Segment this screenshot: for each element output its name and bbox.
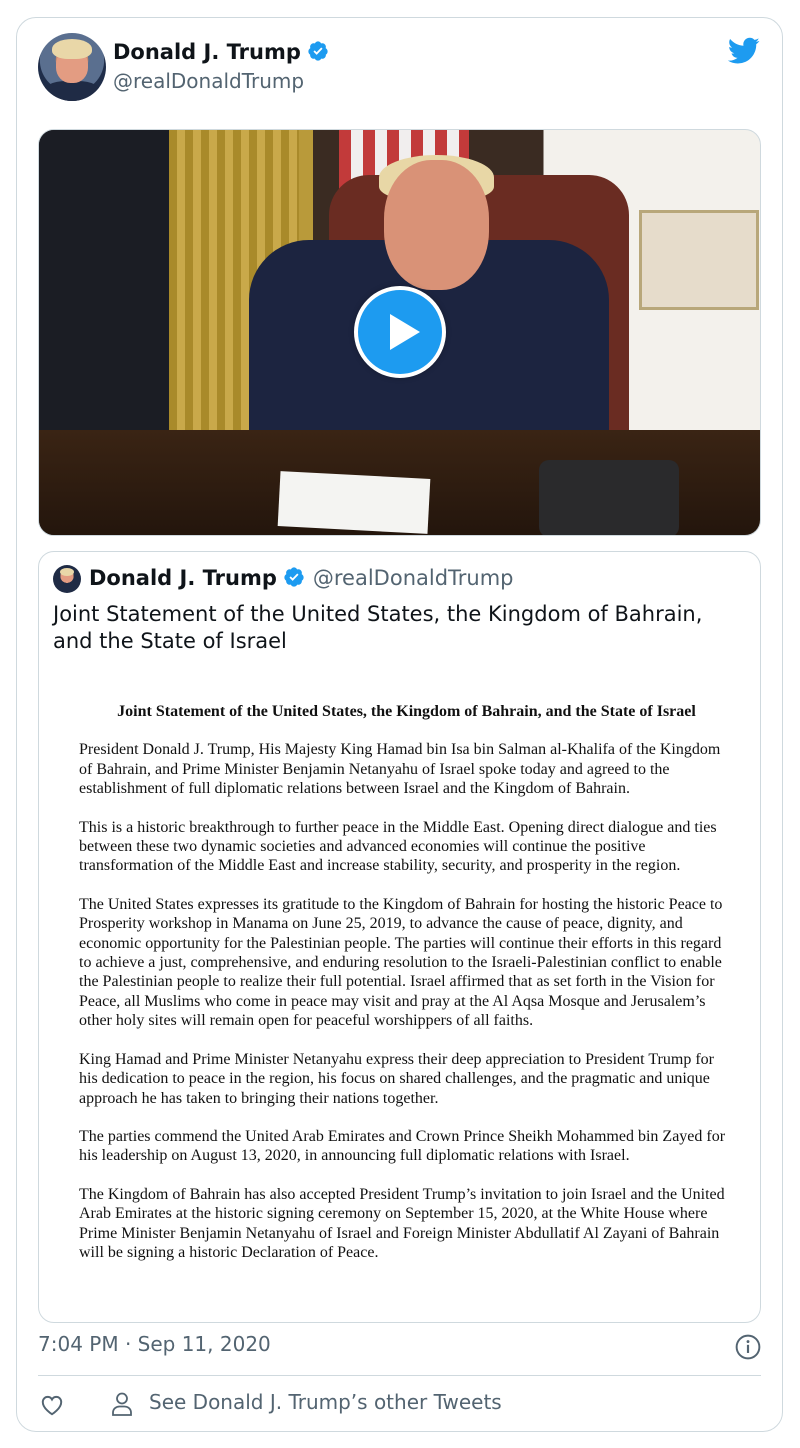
document-paragraph: This is a historic breakthrough to furth… bbox=[79, 818, 717, 875]
author-handle[interactable]: @realDonaldTrump bbox=[113, 69, 304, 93]
info-icon[interactable] bbox=[735, 1334, 761, 1360]
other-tweets-link[interactable]: See Donald J. Trump’s other Tweets bbox=[149, 1390, 502, 1414]
document-paragraph: The United States expresses its gratitud… bbox=[79, 895, 723, 1030]
play-icon bbox=[390, 314, 420, 350]
document-paragraph: President Donald J. Trump, His Majesty K… bbox=[79, 741, 721, 798]
photo-frames bbox=[639, 210, 759, 310]
quoted-author-row: Donald J. Trump @realDonaldTrump bbox=[89, 566, 514, 590]
person-icon[interactable] bbox=[110, 1391, 134, 1417]
quoted-author-handle: @realDonaldTrump bbox=[312, 566, 514, 590]
quoted-author-avatar[interactable] bbox=[53, 565, 81, 593]
verified-badge-icon bbox=[284, 567, 304, 587]
document-paragraph: King Hamad and Prime Minister Netanyahu … bbox=[79, 1050, 714, 1107]
play-button[interactable] bbox=[354, 286, 446, 378]
document-paragraph: The Kingdom of Bahrain has also accepted… bbox=[79, 1185, 725, 1261]
tweet-card: Donald J. Trump @realDonaldTrump Donald … bbox=[16, 17, 783, 1432]
author-name-row[interactable]: Donald J. Trump bbox=[113, 40, 329, 64]
author-avatar[interactable] bbox=[38, 33, 106, 101]
footer-divider bbox=[38, 1375, 761, 1376]
document-paragraph: The parties commend the United Arab Emir… bbox=[79, 1127, 726, 1165]
verified-badge-icon bbox=[308, 41, 328, 61]
photo-phone bbox=[539, 460, 679, 535]
quoted-author-name: Donald J. Trump bbox=[89, 566, 277, 590]
author-name[interactable]: Donald J. Trump bbox=[113, 40, 301, 64]
document-title: Joint Statement of the United States, th… bbox=[117, 703, 696, 720]
photo-background-figure bbox=[39, 130, 189, 430]
statement-document-image[interactable]: Joint Statement of the United States, th… bbox=[79, 702, 734, 1281]
heart-icon[interactable] bbox=[39, 1392, 65, 1418]
quoted-tweet-text: Joint Statement of the United States, th… bbox=[53, 602, 703, 653]
photo-subject-face bbox=[384, 160, 489, 290]
twitter-bird-icon[interactable] bbox=[728, 37, 760, 65]
video-thumbnail[interactable] bbox=[38, 129, 761, 536]
quoted-tweet[interactable]: Donald J. Trump @realDonaldTrump Joint S… bbox=[38, 551, 761, 1323]
photo-paper bbox=[277, 471, 431, 534]
tweet-timestamp[interactable]: 7:04 PM · Sep 11, 2020 bbox=[38, 1332, 271, 1356]
